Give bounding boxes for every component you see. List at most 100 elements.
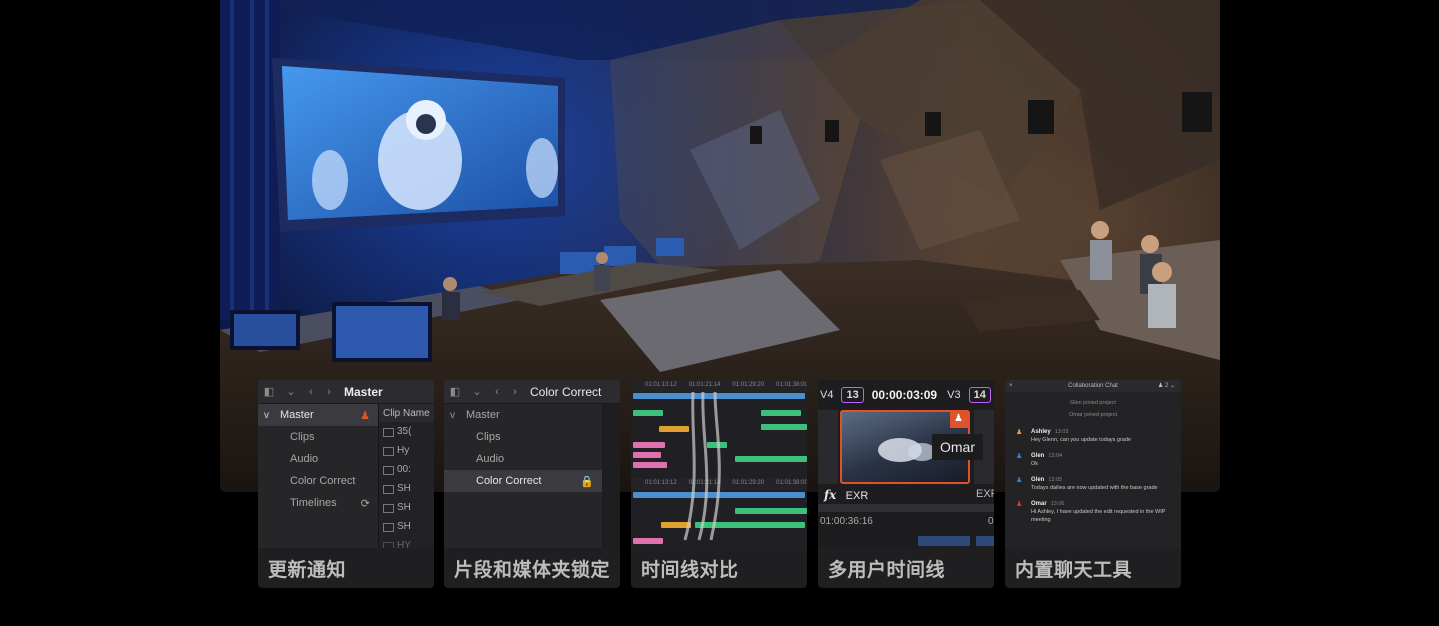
user-icon: ♟ [954,413,963,424]
user-icon: ♟ [360,409,370,422]
multiuser-timeline-screenshot: V4 13 00:00:03:09 V3 14 ♟ Omar fx EXR EX… [818,380,994,548]
panel-toolbar: ◧ ⌄ ‹ › Color Correct [444,380,620,404]
clip-item[interactable]: SH [379,517,434,536]
bin-item-color-correct[interactable]: Color Correct [258,470,378,492]
adjacent-clip[interactable] [818,410,838,484]
message-text: Hey Glenn, can you update todays grade [1031,437,1131,443]
bin-item-clips[interactable]: Clips [444,426,602,448]
bin-label: Color Correct [290,475,356,487]
clip-item[interactable]: 00: [379,460,434,479]
bin-item-color-correct[interactable]: Color Correct 🔒 [444,470,602,492]
bin-item-timelines[interactable]: Timelines ⟳ [258,492,378,514]
feature-card-bin-locking[interactable]: ◧ ⌄ ‹ › Color Correct v Master Clips Aud… [444,380,620,588]
message-text: Todays dailies are now updated with the … [1031,485,1158,491]
timecode-secondary-right: 0 [988,516,994,527]
chat-screenshot: × Collaboration Chat ♟ 2 ⌄ Glen joined p… [1005,380,1181,548]
bin-label: Master [466,409,500,421]
clip-format: EXR [845,490,869,502]
breadcrumb: Color Correct [530,384,602,399]
track-label: V3 [947,389,961,401]
clip-block[interactable] [976,536,994,546]
back-icon[interactable]: ‹ [302,386,320,398]
card-title: 多用户时间线 [828,559,946,581]
clip-name-header[interactable]: Clip Name [379,404,434,422]
track-label: V4 [820,389,834,401]
clip-item[interactable]: 35( [379,422,434,441]
system-message: Omar joined project [1069,412,1117,418]
track-badge: 14 [968,387,991,403]
bin-item-master[interactable]: v Master [444,404,602,426]
track-header: V4 13 00:00:03:09 V3 14 [818,380,994,410]
lock-icon: 🔒 [580,475,594,488]
sender-name: Ashley [1031,429,1051,435]
participants-indicator[interactable]: ♟ 2 ⌄ [1158,380,1175,392]
timeline-divider [818,504,994,512]
bin-label: Clips [290,431,315,443]
bin-label: Audio [290,453,319,465]
user-indicator: ♟ [950,412,968,428]
user-avatar-icon: ♟ [1016,453,1023,460]
clip-item[interactable]: HY [379,536,434,548]
chevron-down-icon: ⌄ [1169,383,1175,389]
bin-item-clips[interactable]: Clips [258,426,378,448]
panel-toggle-icon[interactable]: ◧ [444,385,466,398]
chevron-down-icon[interactable]: ⌄ [466,385,488,398]
forward-icon[interactable]: › [506,386,524,398]
bin-panel-screenshot: ◧ ⌄ ‹ › Master v Master ♟ Clips Audio Co… [258,380,434,548]
message-text: Ok [1031,461,1039,467]
bin-item-master[interactable]: v Master ♟ [258,404,378,426]
bin-label: Clips [476,431,501,443]
chat-message: ♟ Glen 13:04 Ok [1005,452,1181,468]
clip-item[interactable]: SH [379,479,434,498]
chat-message: ♟ Glen 13:05 Todays dailies are now updat… [1005,476,1181,492]
card-title: 时间线对比 [641,559,739,581]
track-badge: 13 [841,387,864,403]
clip-format-right: EXR [976,488,994,500]
bin-panel-screenshot: ◧ ⌄ ‹ › Color Correct v Master Clips Aud… [444,380,620,548]
feature-card-collaboration-chat[interactable]: × Collaboration Chat ♟ 2 ⌄ Glen joined p… [1005,380,1181,588]
timecode-display: 00:00:03:09 [871,388,938,402]
message-time: 13:06 [1050,501,1065,507]
feature-card-timeline-compare[interactable]: 01:01:13:12 01:01:21:14 01:01:29:20 01:0… [631,380,807,588]
bin-label: Master [280,409,314,421]
refresh-icon[interactable]: ⟳ [361,497,370,510]
feature-card-multi-user-timeline[interactable]: V4 13 00:00:03:09 V3 14 ♟ Omar fx EXR EX… [818,380,994,588]
bin-item-audio[interactable]: Audio [444,448,602,470]
user-count: 2 [1164,383,1169,389]
message-time: 13:04 [1048,453,1063,459]
back-icon[interactable]: ‹ [488,386,506,398]
fx-icon: fx [824,488,837,502]
chevron-down-icon[interactable]: ⌄ [280,385,302,398]
user-avatar-icon: ♟ [1016,477,1023,484]
users-icon: ♟ [1157,383,1164,389]
panel-divider [602,404,620,548]
breadcrumb: Master [344,384,383,399]
card-title: 内置聊天工具 [1015,559,1133,581]
compare-bands [683,391,721,541]
clip-list: Clip Name 35( Hy 00: SH SH SH HY [378,404,434,548]
message-text: Hi Ashley, I have updated the edit reque… [1031,509,1166,523]
timeline-screenshot: 01:01:13:12 01:01:21:14 01:01:29:20 01:0… [631,380,807,548]
chevron-down-icon: v [450,409,455,421]
clip-info: fx EXR [824,488,868,502]
message-time: 13:03 [1054,429,1069,435]
sender-name: Omar [1031,501,1047,507]
bin-item-audio[interactable]: Audio [258,448,378,470]
timecode-secondary: 01:00:36:16 [820,516,873,527]
clip-item[interactable]: Hy [379,441,434,460]
panel-toolbar: ◧ ⌄ ‹ › Master [258,380,434,404]
close-icon[interactable]: × [1009,380,1013,392]
user-avatar-icon: ♟ [1016,429,1023,436]
panel-toggle-icon[interactable]: ◧ [258,385,280,398]
sender-name: Glen [1031,453,1045,459]
chat-header: × Collaboration Chat ♟ 2 ⌄ [1005,380,1181,392]
system-message: Glen joined project [1070,400,1116,406]
card-title: 片段和媒体夹锁定 [454,559,611,581]
forward-icon[interactable]: › [320,386,338,398]
feature-card-update-notifications[interactable]: ◧ ⌄ ‹ › Master v Master ♟ Clips Audio Co… [258,380,434,588]
chevron-down-icon: v [264,409,269,421]
clip-item[interactable]: SH [379,498,434,517]
clip-block[interactable] [918,536,970,546]
chat-message: ♟ Omar 13:06 Hi Ashley, I have updated th… [1005,500,1181,524]
chat-title: Collaboration Chat [1068,383,1118,389]
